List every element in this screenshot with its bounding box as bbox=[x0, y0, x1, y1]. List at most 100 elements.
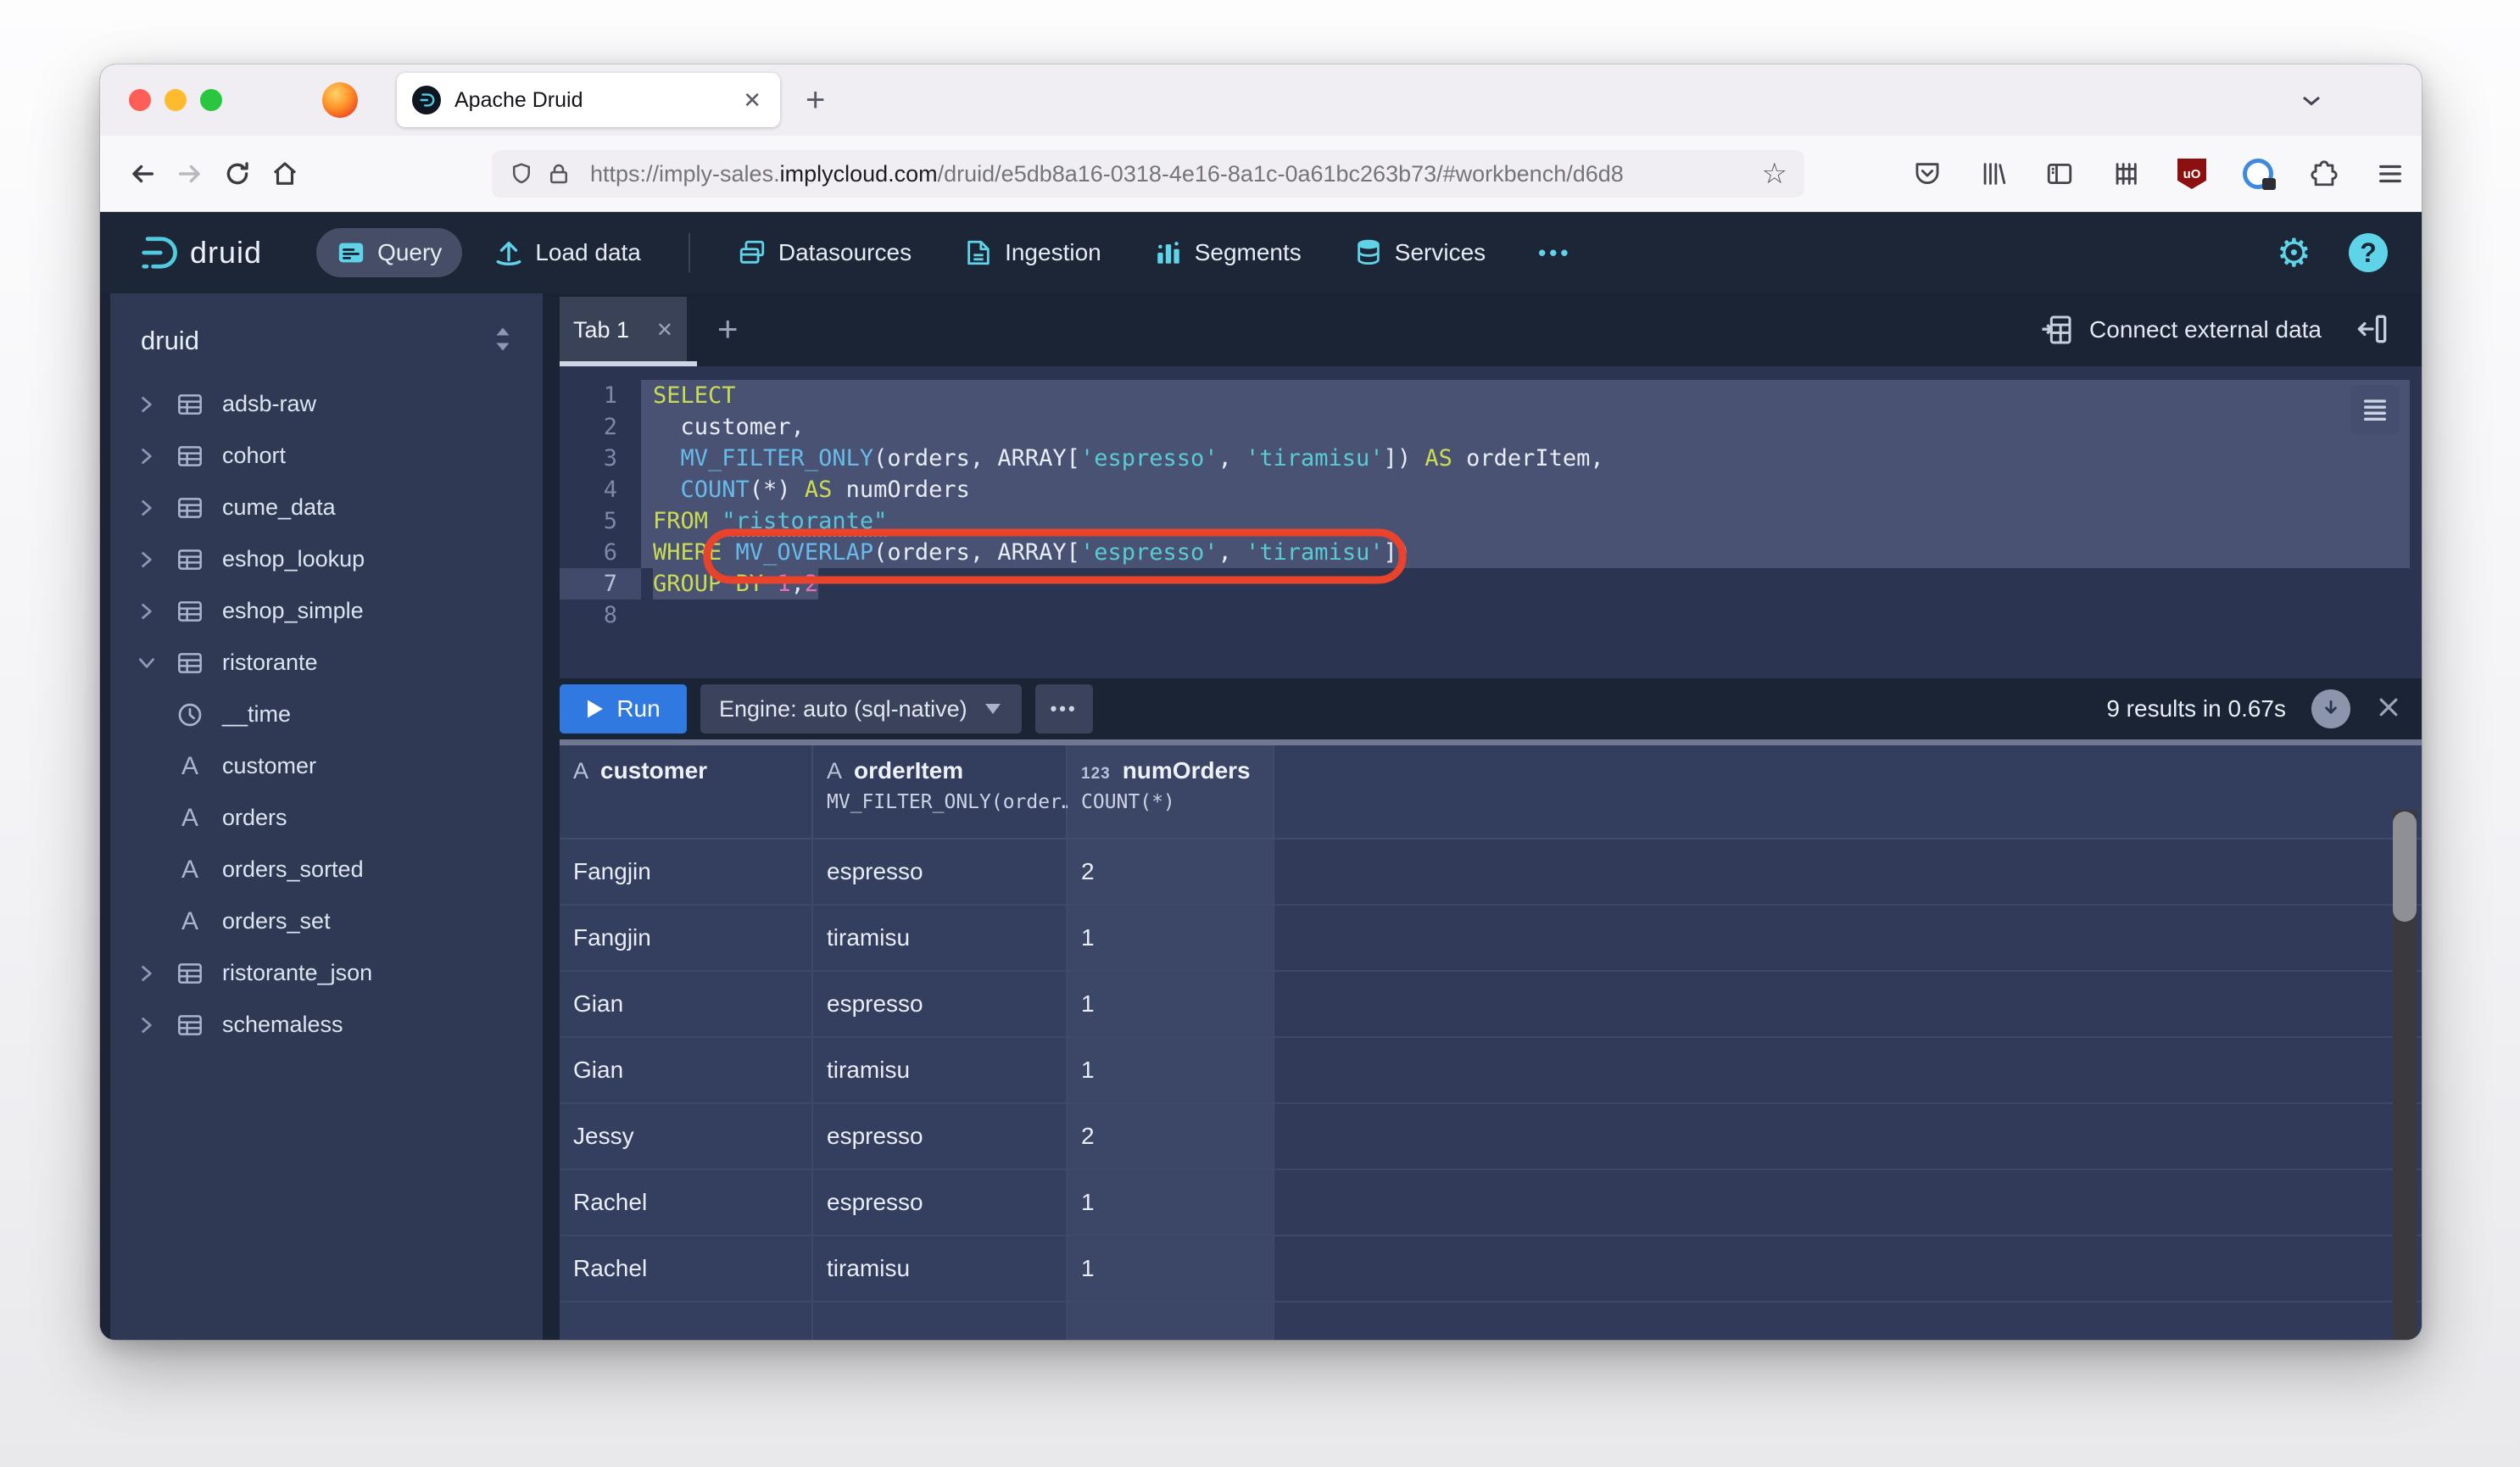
result-row-6: Rachelespresso1 bbox=[560, 1170, 2422, 1236]
library-icon[interactable] bbox=[1977, 158, 2010, 190]
sidebar-item-orders-sorted[interactable]: Aorders_sorted bbox=[110, 844, 543, 895]
result-cell[interactable] bbox=[1068, 1302, 1274, 1340]
result-cell[interactable]: Gian bbox=[560, 1038, 813, 1102]
nav-item-ingestion[interactable]: Ingestion bbox=[944, 228, 1122, 277]
result-cell[interactable]: Rachel bbox=[560, 1236, 813, 1301]
sidebar-item-customer[interactable]: Acustomer bbox=[110, 740, 543, 792]
result-cell[interactable]: 1 bbox=[1068, 1170, 1274, 1235]
result-cell[interactable]: espresso bbox=[813, 839, 1068, 904]
result-cell[interactable]: Gian bbox=[560, 972, 813, 1036]
tracking-shield-icon[interactable] bbox=[509, 161, 534, 187]
sidebar-item-ristorante[interactable]: ristorante bbox=[110, 637, 543, 689]
gear-icon[interactable]: ⚙ bbox=[2277, 233, 2311, 272]
tab-overflow-chevron-icon[interactable] bbox=[2296, 85, 2327, 120]
result-cell[interactable] bbox=[813, 1302, 1068, 1340]
query-tab-close-icon[interactable]: ✕ bbox=[656, 318, 673, 343]
download-results-icon[interactable] bbox=[2311, 689, 2350, 728]
sidebar-item-eshop-lookup[interactable]: eshop_lookup bbox=[110, 533, 543, 585]
bookmark-star-icon[interactable]: ☆ bbox=[1762, 157, 1787, 191]
sidebar-item-schemaless[interactable]: schemaless bbox=[110, 999, 543, 1051]
sidebar-item-cohort[interactable]: cohort bbox=[110, 430, 543, 482]
extensions-icon[interactable] bbox=[2308, 158, 2340, 190]
result-cell[interactable]: 1 bbox=[1068, 906, 1274, 970]
lock-icon[interactable] bbox=[546, 161, 571, 187]
panel-splitter[interactable] bbox=[560, 739, 2422, 745]
firefox-view-icon[interactable] bbox=[322, 82, 358, 118]
result-cell[interactable]: espresso bbox=[813, 1104, 1068, 1169]
back-button[interactable] bbox=[119, 150, 166, 198]
column-header-customer[interactable]: Acustomer bbox=[560, 745, 813, 838]
chevron-down-icon[interactable] bbox=[136, 652, 161, 674]
result-cell[interactable] bbox=[560, 1302, 813, 1340]
minimize-window-button[interactable] bbox=[164, 89, 187, 111]
result-cell[interactable]: espresso bbox=[813, 1170, 1068, 1235]
help-icon[interactable]: ? bbox=[2349, 233, 2388, 272]
reload-button[interactable] bbox=[214, 150, 261, 198]
ublock-icon[interactable]: uO bbox=[2176, 158, 2208, 190]
zoom-window-button[interactable] bbox=[200, 89, 222, 111]
result-cell[interactable]: tiramisu bbox=[813, 1038, 1068, 1102]
query-more-button[interactable]: ••• bbox=[1035, 684, 1093, 734]
editor-menu-icon[interactable] bbox=[2350, 385, 2400, 434]
nav-item-query[interactable]: Query bbox=[316, 228, 462, 277]
chevron-right-icon[interactable] bbox=[136, 1014, 161, 1036]
result-cell[interactable]: Fangjin bbox=[560, 839, 813, 904]
sidebar-item-ristorante-json[interactable]: ristorante_json bbox=[110, 947, 543, 999]
sidebar-item-cume-data[interactable]: cume_data bbox=[110, 482, 543, 533]
chevron-right-icon[interactable] bbox=[136, 549, 161, 571]
sidebar-item-orders[interactable]: Aorders bbox=[110, 792, 543, 844]
sidebar-item-orders-set[interactable]: Aorders_set bbox=[110, 895, 543, 947]
onepassword-icon[interactable] bbox=[2242, 158, 2274, 190]
url-bar[interactable]: https://imply-sales.implycloud.com/druid… bbox=[492, 150, 1804, 198]
window-controls bbox=[129, 89, 222, 111]
new-tab-button[interactable]: + bbox=[806, 83, 825, 117]
nav-item-datasources[interactable]: Datasources bbox=[717, 228, 932, 277]
sort-icon[interactable] bbox=[492, 326, 514, 356]
query-tab[interactable]: Tab 1 ✕ bbox=[560, 297, 687, 363]
tab-close-icon[interactable]: ✕ bbox=[739, 87, 765, 114]
sidebar-item-adsb-raw[interactable]: adsb-raw bbox=[110, 378, 543, 430]
column-header-numorders[interactable]: 123numOrdersCOUNT(*) bbox=[1068, 745, 1274, 838]
column-header-orderitem[interactable]: AorderItemMV_FILTER_ONLY(order… bbox=[813, 745, 1068, 838]
sidebar-icon[interactable] bbox=[2043, 158, 2076, 190]
result-cell[interactable]: 2 bbox=[1068, 1104, 1274, 1169]
result-cell[interactable]: 1 bbox=[1068, 1038, 1274, 1102]
forward-button[interactable] bbox=[166, 150, 214, 198]
new-query-tab-button[interactable]: + bbox=[717, 309, 739, 349]
containers-icon[interactable] bbox=[2110, 158, 2142, 190]
result-cell[interactable]: 1 bbox=[1068, 1236, 1274, 1301]
browser-tab[interactable]: Apache Druid ✕ bbox=[397, 73, 780, 127]
schema-header[interactable]: druid bbox=[110, 293, 543, 370]
result-cell[interactable]: tiramisu bbox=[813, 906, 1068, 970]
close-window-button[interactable] bbox=[129, 89, 151, 111]
result-cell[interactable]: 1 bbox=[1068, 972, 1274, 1036]
sidebar-item-time[interactable]: __time bbox=[110, 689, 543, 740]
results-scrollbar-thumb[interactable] bbox=[2393, 812, 2417, 922]
nav-item-segments[interactable]: Segments bbox=[1134, 228, 1322, 277]
sidebar-item-eshop-simple[interactable]: eshop_simple bbox=[110, 585, 543, 637]
sql-editor[interactable]: 1SELECT2 customer,3 MV_FILTER_ONLY(order… bbox=[560, 366, 2422, 678]
nav-item-load-data[interactable]: Load data bbox=[474, 228, 661, 277]
navbar-more-button[interactable]: ••• bbox=[1518, 230, 1592, 276]
nav-item-services[interactable]: Services bbox=[1334, 228, 1506, 277]
result-cell[interactable]: tiramisu bbox=[813, 1236, 1068, 1301]
chevron-right-icon[interactable] bbox=[136, 497, 161, 519]
close-results-icon[interactable] bbox=[2376, 694, 2401, 724]
chevron-right-icon[interactable] bbox=[136, 962, 161, 985]
chevron-right-icon[interactable] bbox=[136, 600, 161, 622]
chevron-right-icon[interactable] bbox=[136, 393, 161, 416]
run-button[interactable]: Run bbox=[560, 684, 687, 734]
druid-logo[interactable]: druid bbox=[136, 231, 262, 275]
home-button[interactable] bbox=[261, 150, 309, 198]
result-cell[interactable]: Fangjin bbox=[560, 906, 813, 970]
result-cell[interactable]: espresso bbox=[813, 972, 1068, 1036]
engine-select[interactable]: Engine: auto (sql-native) bbox=[700, 684, 1022, 734]
menu-icon[interactable] bbox=[2374, 158, 2406, 190]
result-cell[interactable]: Jessy bbox=[560, 1104, 813, 1169]
collapse-panel-icon[interactable] bbox=[2354, 310, 2391, 352]
result-cell[interactable]: 2 bbox=[1068, 839, 1274, 904]
pocket-icon[interactable] bbox=[1911, 158, 1943, 190]
connect-external-data-button[interactable]: Connect external data bbox=[2040, 293, 2322, 366]
result-cell[interactable]: Rachel bbox=[560, 1170, 813, 1235]
chevron-right-icon[interactable] bbox=[136, 445, 161, 467]
